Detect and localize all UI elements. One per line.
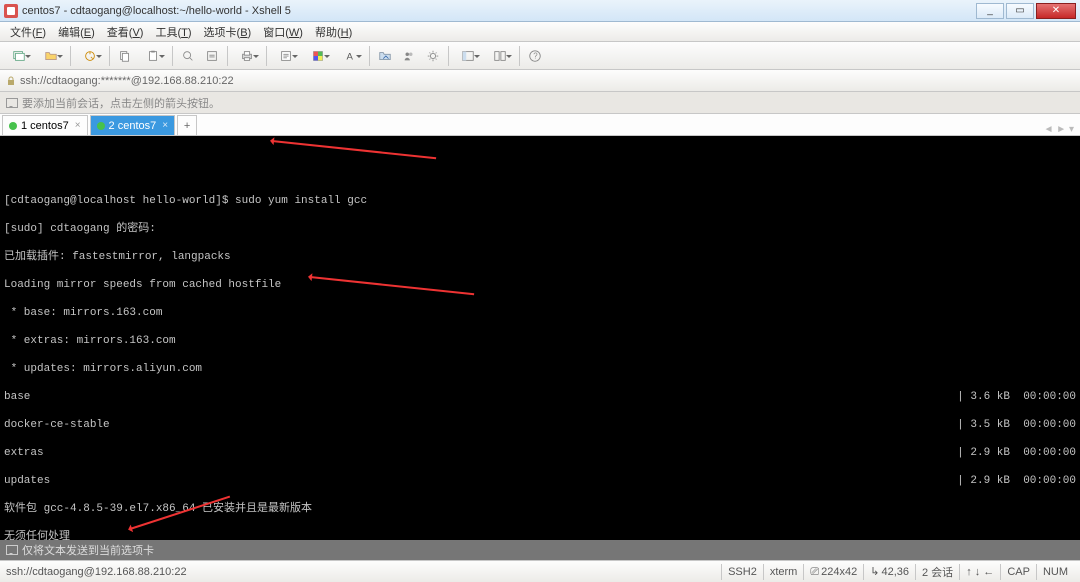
print-button[interactable]: [232, 45, 262, 67]
svg-text:?: ?: [533, 51, 538, 60]
terminal-line: 无须任何处理: [4, 530, 1076, 540]
address-text: ssh://cdtaogang:*******@192.168.88.210:2…: [20, 75, 234, 87]
status-bar: ssh://cdtaogang@192.168.88.210:22 SSH2 x…: [0, 560, 1080, 582]
status-ssh: SSH2: [721, 564, 763, 580]
close-button[interactable]: ✕: [1036, 3, 1076, 19]
hint-bar: 要添加当前会话，点击左侧的箭头按钮。: [0, 92, 1080, 114]
menu-tab[interactable]: 选项卡(B): [198, 22, 258, 42]
toolbar-separator: [172, 46, 173, 66]
terminal-line: Loading mirror speeds from cached hostfi…: [4, 278, 1076, 292]
tab-close-icon[interactable]: ×: [75, 120, 81, 131]
terminal-line: * updates: mirrors.aliyun.com: [4, 362, 1076, 376]
panel-toggle-button[interactable]: [453, 45, 483, 67]
hint-text: 要添加当前会话，点击左侧的箭头按钮。: [22, 95, 220, 111]
menubar: 文件(F) 编辑(E) 查看(V) 工具(T) 选项卡(B) 窗口(W) 帮助(…: [0, 22, 1080, 42]
settings-button[interactable]: [422, 45, 444, 67]
toolbar-separator: [227, 46, 228, 66]
window-titlebar: centos7 - cdtaogang@localhost:~/hello-wo…: [0, 0, 1080, 22]
status-arrows: ↑ ↓ ←: [959, 564, 1000, 580]
terminal-line: 软件包 gcc-4.8.5-39.el7.x86_64 已安装并且是最新版本: [4, 502, 1076, 516]
terminal-line: * extras: mirrors.163.com: [4, 334, 1076, 348]
status-connection: ssh://cdtaogang@192.168.88.210:22: [6, 566, 187, 578]
tab-label: 2 centos7: [109, 120, 157, 132]
terminal-line: 已加载插件: fastestmirror, langpacks: [4, 250, 1076, 264]
maximize-button[interactable]: ▭: [1006, 3, 1034, 19]
chat-icon: [6, 98, 18, 108]
new-tab-button[interactable]: +: [177, 115, 197, 135]
find-button[interactable]: [177, 45, 199, 67]
color-scheme-button[interactable]: [303, 45, 333, 67]
terminal-line: updates| 2.9 kB 00:00:00: [4, 474, 1076, 488]
users-button[interactable]: [398, 45, 420, 67]
toolbar-separator: [109, 46, 110, 66]
menu-tools[interactable]: 工具(T): [149, 22, 197, 42]
toolbar-separator: [70, 46, 71, 66]
toolbar: A ?: [0, 42, 1080, 70]
help-button[interactable]: ?: [524, 45, 546, 67]
status-sessions: 2 会话: [915, 564, 959, 580]
font-button[interactable]: A: [335, 45, 365, 67]
tab-2[interactable]: 2 centos7 ×: [90, 115, 176, 135]
open-button[interactable]: [36, 45, 66, 67]
tab-1[interactable]: 1 centos7 ×: [2, 115, 88, 135]
tab-scrollers[interactable]: ◄ ► ▾: [1044, 124, 1078, 135]
chat-icon: [6, 545, 18, 555]
paste-button[interactable]: [138, 45, 168, 67]
window-buttons: _ ▭ ✕: [974, 3, 1076, 19]
menu-view[interactable]: 查看(V): [101, 22, 150, 42]
tile-button[interactable]: [485, 45, 515, 67]
status-term: xterm: [763, 564, 804, 580]
tab-label: 1 centos7: [21, 120, 69, 132]
paste-selection-button[interactable]: [201, 45, 223, 67]
terminal-line: docker-ce-stable| 3.5 kB 00:00:00: [4, 418, 1076, 432]
properties-button[interactable]: [271, 45, 301, 67]
status-num: NUM: [1036, 564, 1074, 580]
status-dot-icon: [97, 122, 105, 130]
tab-strip: 1 centos7 × 2 centos7 × + ◄ ► ▾: [0, 114, 1080, 136]
annotation-arrow: [272, 140, 436, 159]
reconnect-button[interactable]: [75, 45, 105, 67]
menu-file[interactable]: 文件(F): [4, 22, 52, 42]
menu-window[interactable]: 窗口(W): [257, 22, 309, 42]
toolbar-separator: [448, 46, 449, 66]
terminal-line: [sudo] cdtaogang 的密码:: [4, 222, 1076, 236]
menu-help[interactable]: 帮助(H): [309, 22, 358, 42]
app-icon: [4, 4, 18, 18]
window-title: centos7 - cdtaogang@localhost:~/hello-wo…: [22, 5, 974, 17]
xftp-button[interactable]: [374, 45, 396, 67]
terminal[interactable]: [cdtaogang@localhost hello-world]$ sudo …: [0, 136, 1080, 540]
terminal-line: [cdtaogang@localhost hello-world]$ sudo …: [4, 194, 1076, 208]
send-hint-bar: 仅将文本发送到当前选项卡: [0, 540, 1080, 560]
toolbar-separator: [519, 46, 520, 66]
terminal-line: extras| 2.9 kB 00:00:00: [4, 446, 1076, 460]
svg-text:A: A: [347, 51, 354, 62]
status-cursor: ↳42,36: [863, 564, 915, 580]
menu-edit[interactable]: 编辑(E): [52, 22, 101, 42]
minimize-button[interactable]: _: [976, 3, 1004, 19]
terminal-line: * base: mirrors.163.com: [4, 306, 1076, 320]
status-size: ⎚224x42: [803, 564, 863, 580]
address-bar[interactable]: ssh://cdtaogang:*******@192.168.88.210:2…: [0, 70, 1080, 92]
terminal-line: base| 3.6 kB 00:00:00: [4, 390, 1076, 404]
toolbar-separator: [369, 46, 370, 66]
new-session-button[interactable]: [4, 45, 34, 67]
status-dot-icon: [9, 122, 17, 130]
copy-button[interactable]: [114, 45, 136, 67]
send-hint-text: 仅将文本发送到当前选项卡: [22, 542, 154, 558]
status-cap: CAP: [1000, 564, 1036, 580]
tab-close-icon[interactable]: ×: [162, 120, 168, 131]
lock-icon: [6, 76, 16, 86]
toolbar-separator: [266, 46, 267, 66]
